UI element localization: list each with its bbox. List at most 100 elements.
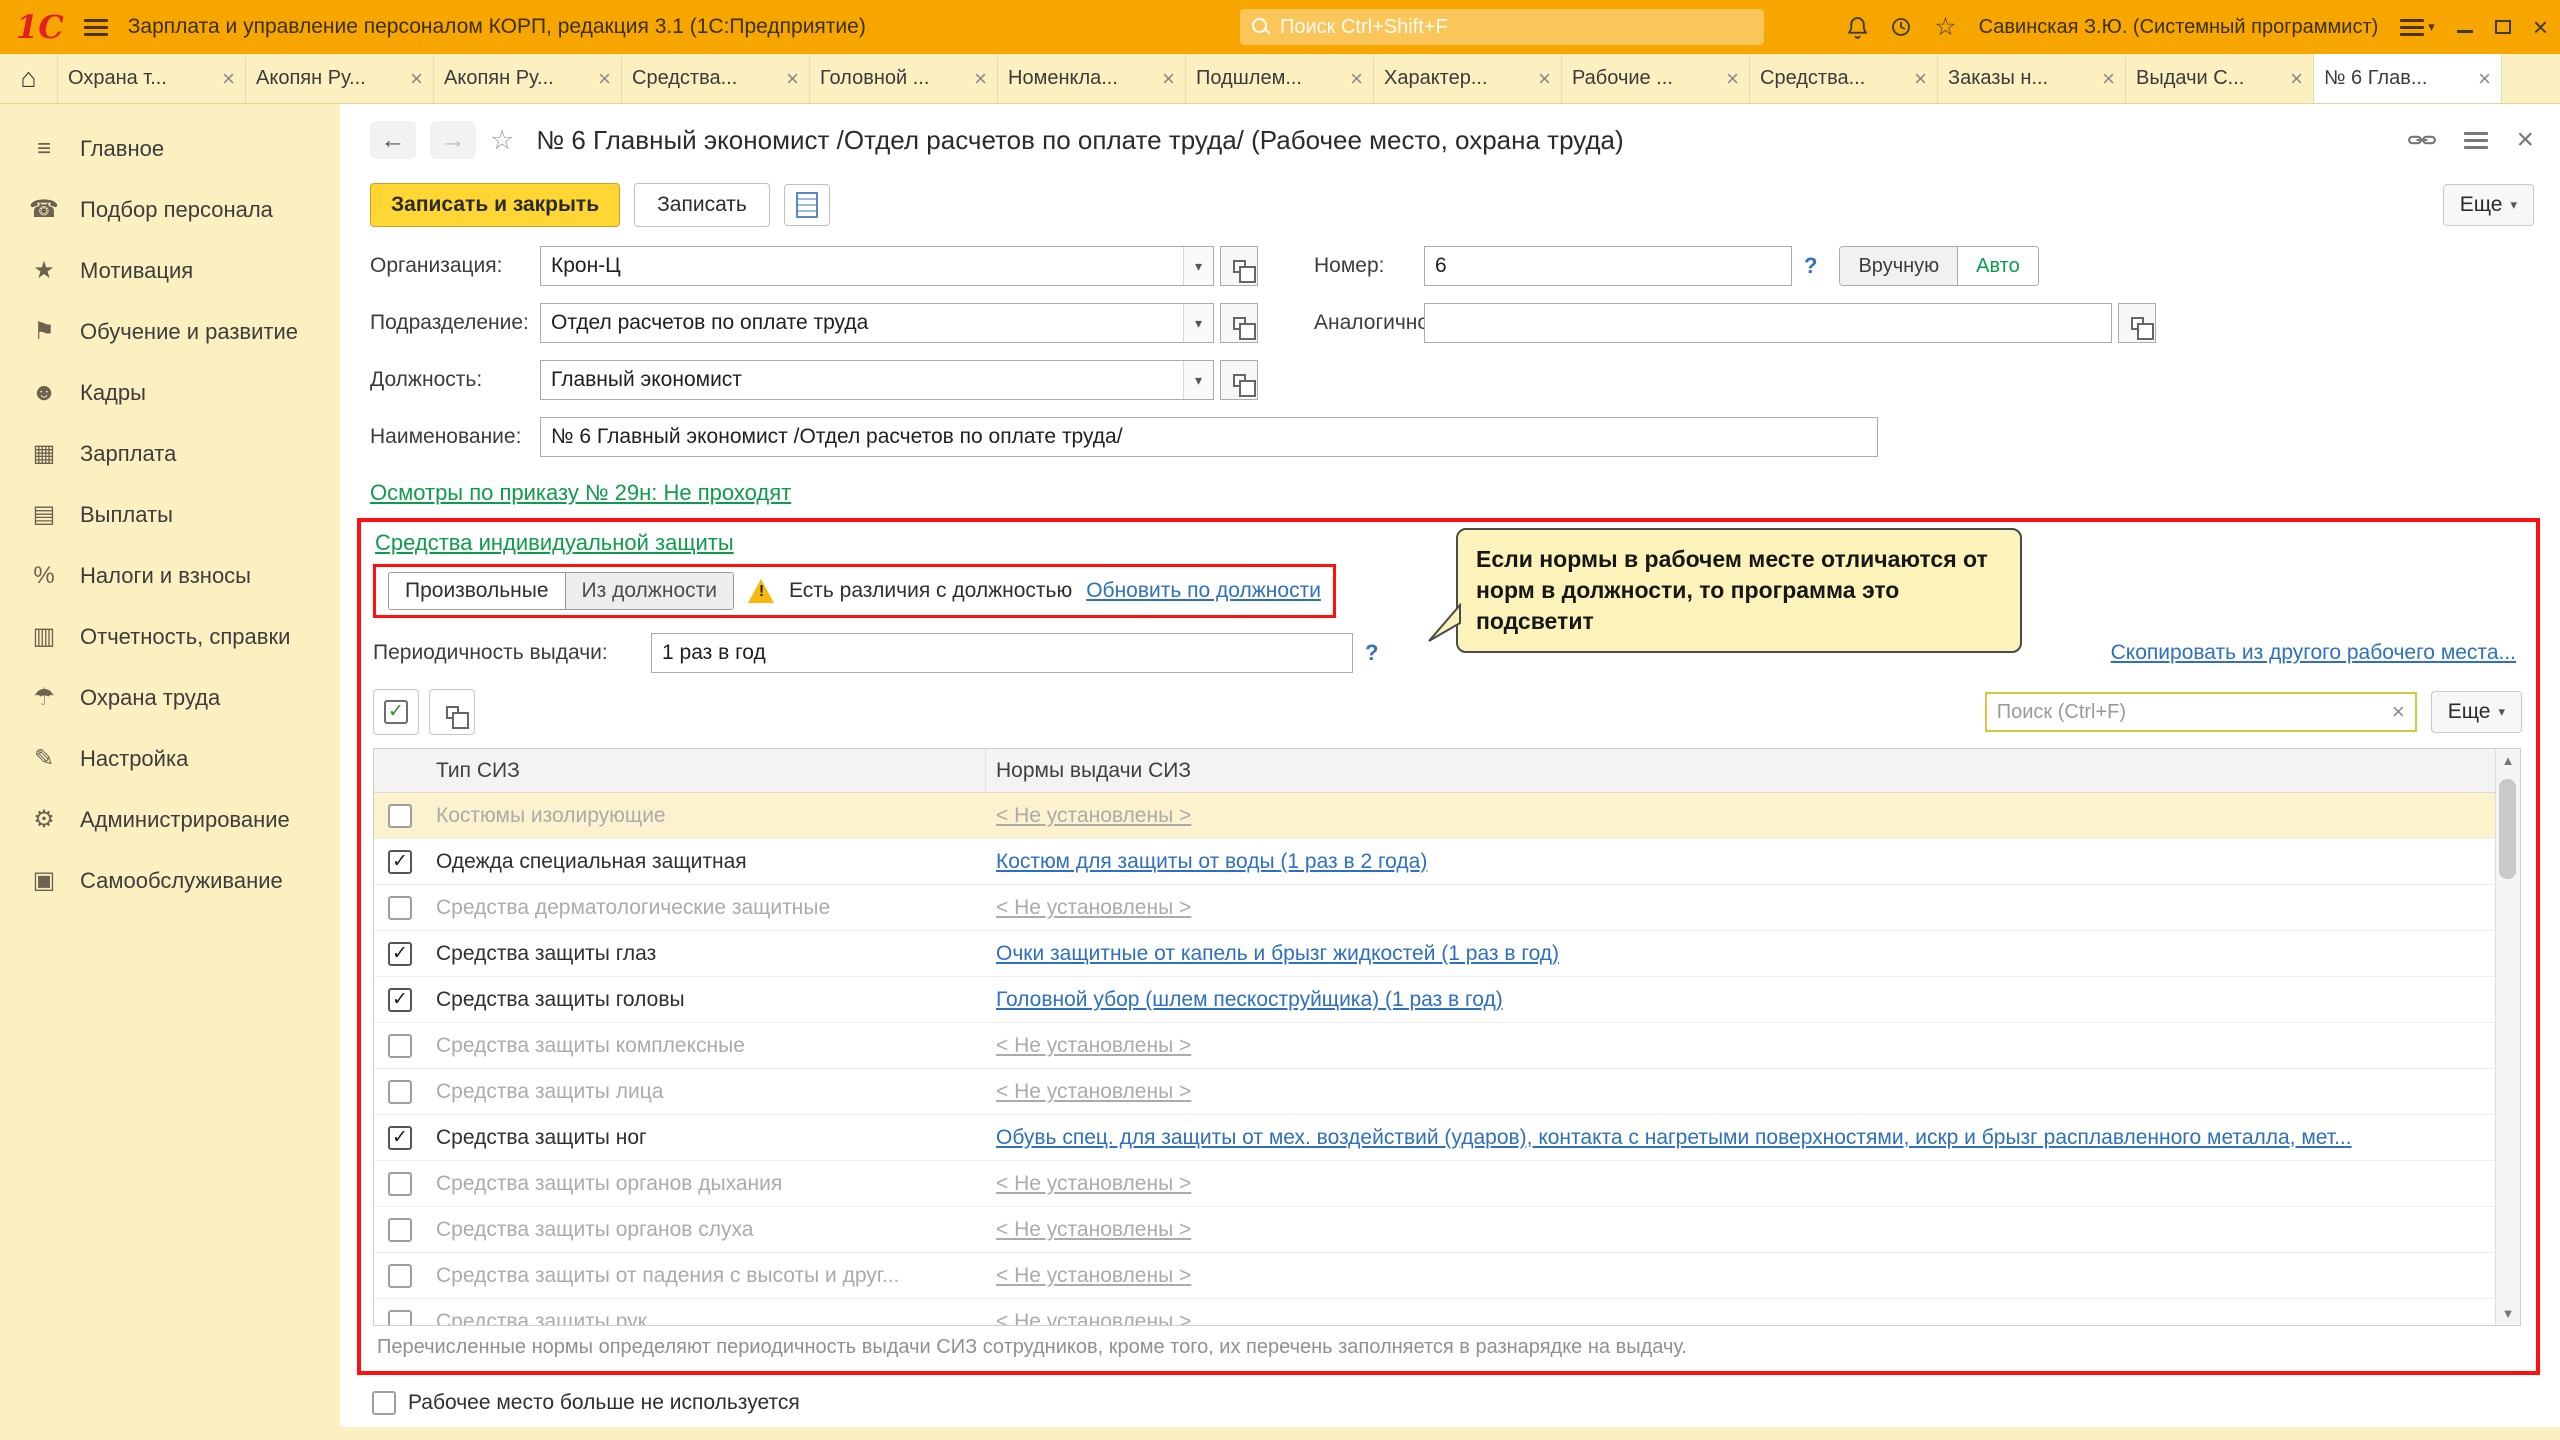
tab-6[interactable]: Номенкла...× <box>998 54 1186 103</box>
tab-close-icon[interactable]: × <box>598 68 611 90</box>
analog-open-button[interactable] <box>2118 303 2156 343</box>
period-help-link[interactable]: ? <box>1365 640 1378 666</box>
history-icon[interactable] <box>1890 16 1912 38</box>
sidebar-item-2[interactable]: ☎Подбор персонала <box>0 179 340 240</box>
service-menu-icon[interactable]: ▾ <box>2400 19 2435 36</box>
tab-close-icon[interactable]: × <box>2102 68 2115 90</box>
forward-button[interactable]: → <box>430 121 476 159</box>
sidebar-item-7[interactable]: ▤Выплаты <box>0 484 340 545</box>
tab-4[interactable]: Средства...× <box>622 54 810 103</box>
tab-11[interactable]: Заказы н...× <box>1938 54 2126 103</box>
back-button[interactable]: ← <box>370 121 416 159</box>
copy-from-workplace-link[interactable]: Скопировать из другого рабочего места... <box>2111 641 2516 665</box>
mode-custom-toggle[interactable]: Произвольные <box>389 573 566 609</box>
row-checkbox[interactable]: ✓ <box>388 942 412 966</box>
row-checkbox[interactable]: ✓ <box>388 988 412 1012</box>
workplace-unused-checkbox[interactable] <box>372 1391 396 1415</box>
org-input[interactable] <box>541 254 1183 278</box>
row-checkbox[interactable]: ✓ <box>388 1126 412 1150</box>
tab-8[interactable]: Характер...× <box>1374 54 1562 103</box>
window-close-button[interactable]: × <box>2533 14 2548 40</box>
sidebar-item-5[interactable]: ☻Кадры <box>0 362 340 423</box>
period-input[interactable] <box>651 633 1353 673</box>
row-checkbox[interactable] <box>388 1264 412 1288</box>
norm-not-set-link[interactable]: < Не установлены > <box>996 1034 1191 1057</box>
table-row-7[interactable]: Средства защиты лица< Не установлены > <box>374 1069 2520 1115</box>
tab-close-icon[interactable]: × <box>222 68 235 90</box>
norm-not-set-link[interactable]: < Не установлены > <box>996 1264 1191 1287</box>
table-row-1[interactable]: Костюмы изолирующие< Не установлены > <box>374 793 2520 839</box>
form-menu-icon[interactable] <box>2464 132 2488 149</box>
notifications-bell-icon[interactable] <box>1847 16 1868 39</box>
row-checkbox[interactable] <box>388 804 412 828</box>
tab-close-icon[interactable]: × <box>2478 68 2491 90</box>
number-manual-toggle[interactable]: Вручную <box>1840 247 1958 285</box>
row-checkbox[interactable] <box>388 896 412 920</box>
subordination-structure-button[interactable] <box>784 184 830 226</box>
norm-not-set-link[interactable]: < Не установлены > <box>996 1218 1191 1241</box>
link-icon[interactable] <box>2408 132 2436 148</box>
number-help-link[interactable]: ? <box>1804 253 1817 279</box>
tab-close-icon[interactable]: × <box>1914 68 1927 90</box>
scroll-up-icon[interactable]: ▲ <box>2496 753 2520 768</box>
tab-close-icon[interactable]: × <box>1162 68 1175 90</box>
norm-not-set-link[interactable]: < Не установлены > <box>996 1172 1191 1195</box>
favorite-star-icon[interactable]: ☆ <box>490 125 514 156</box>
norm-link[interactable]: Обувь спец. для защиты от мех. воздейств… <box>996 1126 2352 1149</box>
tab-5[interactable]: Головной ...× <box>810 54 998 103</box>
tab-13[interactable]: № 6 Глав...× <box>2314 54 2502 103</box>
post-open-button[interactable] <box>1220 360 1258 400</box>
analog-input[interactable] <box>1425 311 2111 335</box>
sidebar-item-8[interactable]: %Налоги и взносы <box>0 545 340 606</box>
siz-header-link[interactable]: Средства индивидуальной защиты <box>375 530 734 556</box>
table-row-12[interactable]: Средства защиты рук< Не установлены > <box>374 1299 2520 1325</box>
tab-close-icon[interactable]: × <box>974 68 987 90</box>
table-row-6[interactable]: Средства защиты комплексные< Не установл… <box>374 1023 2520 1069</box>
tab-9[interactable]: Рабочие ...× <box>1562 54 1750 103</box>
tab-1[interactable]: Охрана т...× <box>58 54 246 103</box>
sidebar-item-10[interactable]: ☂Охрана труда <box>0 667 340 728</box>
save-close-button[interactable]: Записать и закрыть <box>370 183 620 227</box>
main-menu-icon[interactable] <box>84 19 108 36</box>
post-input[interactable] <box>541 368 1183 392</box>
chevron-down-icon[interactable]: ▾ <box>1183 304 1213 342</box>
inspections-link[interactable]: Осмотры по приказу № 29н: Не проходят <box>370 480 791 506</box>
global-search-input[interactable] <box>1280 16 1752 39</box>
mode-from-post-toggle[interactable]: Из должности <box>566 573 733 609</box>
sidebar-item-13[interactable]: ▣Самообслуживание <box>0 850 340 911</box>
norm-not-set-link[interactable]: < Не установлены > <box>996 896 1191 919</box>
window-maximize-button[interactable] <box>2495 20 2511 34</box>
table-more-button[interactable]: Еще▾ <box>2431 691 2522 733</box>
chevron-down-icon[interactable]: ▾ <box>1183 247 1213 285</box>
dept-input[interactable] <box>541 311 1183 335</box>
name-input[interactable] <box>540 417 1878 457</box>
number-auto-toggle[interactable]: Авто <box>1958 247 2038 285</box>
row-checkbox[interactable] <box>388 1310 412 1326</box>
tab-12[interactable]: Выдачи С...× <box>2126 54 2314 103</box>
sidebar-item-11[interactable]: ✎Настройка <box>0 728 340 789</box>
check-all-button[interactable]: ✓ <box>373 689 419 735</box>
sidebar-item-1[interactable]: ≡Главное <box>0 118 340 179</box>
sidebar-item-12[interactable]: ⚙Администрирование <box>0 789 340 850</box>
save-button[interactable]: Записать <box>634 183 770 227</box>
table-row-4[interactable]: ✓Средства защиты глазОчки защитные от ка… <box>374 931 2520 977</box>
norm-link[interactable]: Костюм для защиты от воды (1 раз в 2 год… <box>996 850 1427 873</box>
number-input[interactable] <box>1424 246 1792 286</box>
table-row-2[interactable]: ✓Одежда специальная защитнаяКостюм для з… <box>374 839 2520 885</box>
norm-column-header[interactable]: Нормы выдачи СИЗ <box>986 759 2495 783</box>
window-minimize-button[interactable] <box>2457 21 2473 33</box>
norm-link[interactable]: Очки защитные от капель и брызг жидкосте… <box>996 942 1559 965</box>
row-checkbox[interactable] <box>388 1218 412 1242</box>
tab-close-icon[interactable]: × <box>1350 68 1363 90</box>
tab-close-icon[interactable]: × <box>1726 68 1739 90</box>
tab-10[interactable]: Средства...× <box>1750 54 1938 103</box>
org-open-button[interactable] <box>1220 246 1258 286</box>
scroll-down-icon[interactable]: ▼ <box>2496 1306 2520 1321</box>
table-search-input[interactable] <box>1997 701 2392 724</box>
row-checkbox[interactable] <box>388 1172 412 1196</box>
norm-link[interactable]: Головной убор (шлем пескоструйщика) (1 р… <box>996 988 1503 1011</box>
tab-7[interactable]: Подшлем...× <box>1186 54 1374 103</box>
favorites-star-icon[interactable]: ☆ <box>1934 15 1956 40</box>
norm-not-set-link[interactable]: < Не установлены > <box>996 804 1191 827</box>
tab-close-icon[interactable]: × <box>786 68 799 90</box>
